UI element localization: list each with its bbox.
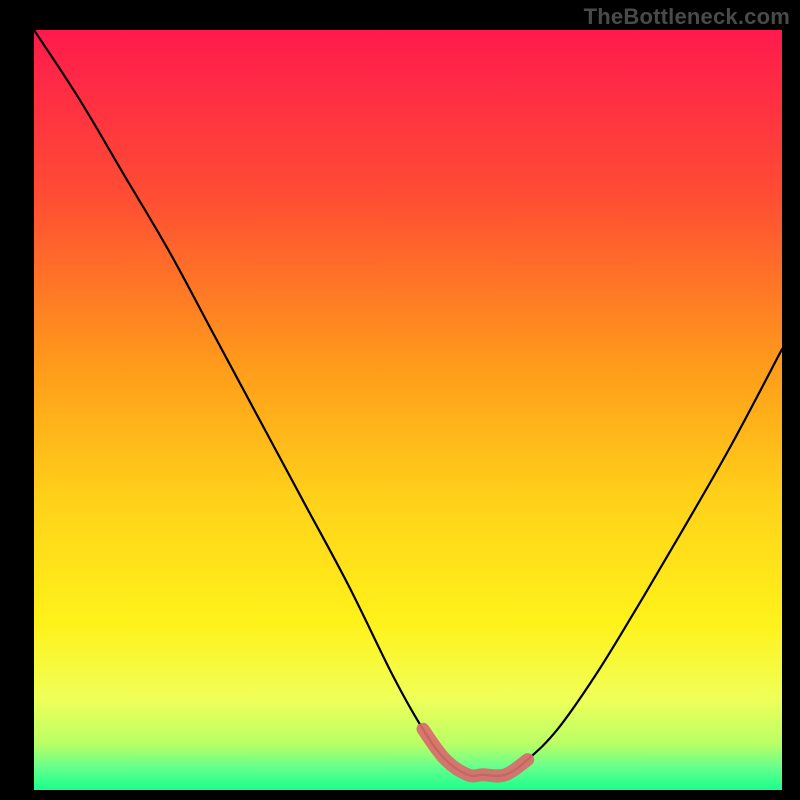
watermark-text: TheBottleneck.com — [584, 4, 790, 30]
bottleneck-chart — [34, 30, 782, 790]
chart-frame: TheBottleneck.com — [0, 0, 800, 800]
plot-background — [34, 30, 782, 790]
